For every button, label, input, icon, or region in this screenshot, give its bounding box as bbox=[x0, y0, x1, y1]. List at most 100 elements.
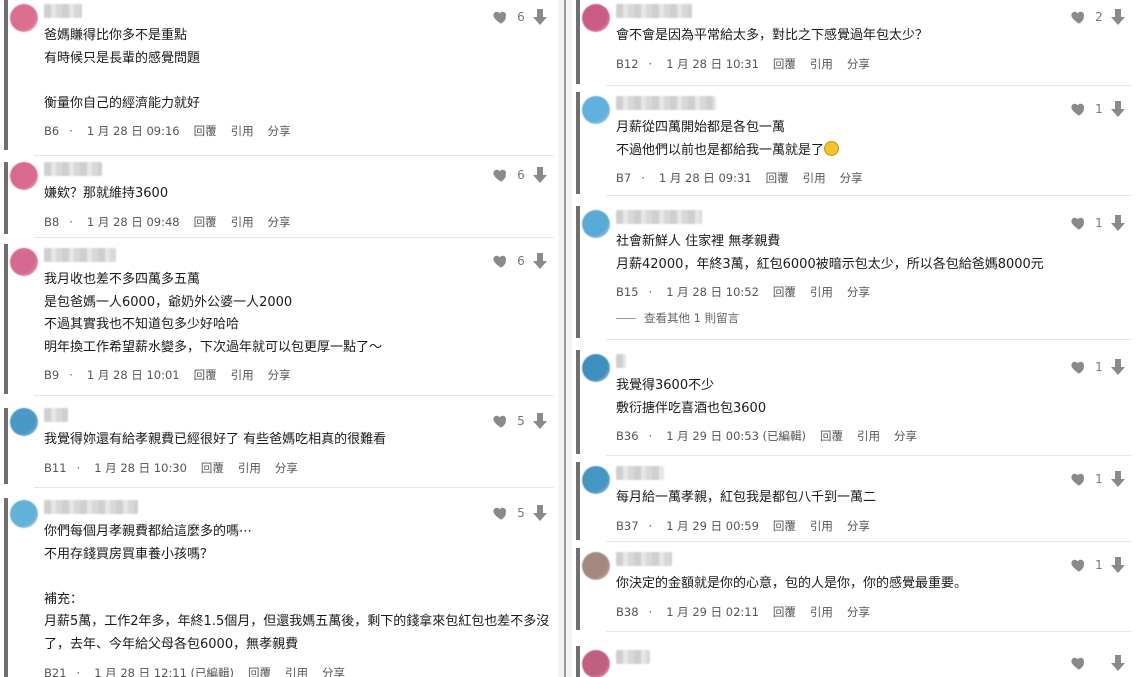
heart-icon[interactable] bbox=[1070, 470, 1088, 488]
down-arrow-icon[interactable] bbox=[532, 252, 548, 270]
quote-link[interactable]: 引用 bbox=[285, 666, 308, 677]
down-arrow-icon[interactable] bbox=[1110, 100, 1126, 118]
reply-link[interactable]: 回覆 bbox=[773, 605, 796, 619]
reply-link[interactable]: 回覆 bbox=[766, 171, 789, 185]
avatar[interactable] bbox=[582, 650, 610, 677]
vote-controls: 1 bbox=[1070, 100, 1126, 118]
heart-icon[interactable] bbox=[492, 8, 510, 26]
post-date: 1 月 29 日 00:59 bbox=[666, 518, 759, 533]
avatar[interactable] bbox=[582, 354, 610, 382]
comment-meta: B21 · 1 月 28 日 12:11 (已編輯) 回覆 引用 分享 bbox=[44, 665, 359, 677]
heart-icon[interactable] bbox=[1070, 214, 1088, 232]
share-link[interactable]: 分享 bbox=[322, 666, 345, 677]
quote-link[interactable]: 引用 bbox=[857, 429, 880, 443]
heart-icon[interactable] bbox=[492, 166, 510, 184]
share-link[interactable]: 分享 bbox=[268, 215, 291, 229]
username-redacted bbox=[616, 354, 626, 368]
username-redacted bbox=[616, 210, 702, 224]
comment-item: 1 社會新鮮人 住家裡 無孝親費 月薪42000，年終3萬，紅包6000被暗示包太少… bbox=[572, 206, 1136, 340]
reply-link[interactable]: 回覆 bbox=[773, 57, 796, 71]
quote-link[interactable]: 引用 bbox=[803, 171, 826, 185]
share-link[interactable]: 分享 bbox=[840, 171, 863, 185]
quote-link[interactable]: 引用 bbox=[810, 519, 833, 533]
down-arrow-icon[interactable] bbox=[1110, 470, 1126, 488]
reply-link[interactable]: 回覆 bbox=[194, 124, 217, 138]
floor-number: B11 bbox=[44, 460, 67, 475]
reply-link[interactable]: 回覆 bbox=[248, 666, 271, 677]
comment-line: 月薪從四萬開始都是各包一萬 bbox=[616, 117, 839, 140]
reply-link[interactable]: 回覆 bbox=[194, 215, 217, 229]
share-link[interactable]: 分享 bbox=[268, 124, 291, 138]
share-link[interactable]: 分享 bbox=[847, 57, 870, 71]
username-redacted bbox=[616, 650, 650, 664]
heart-icon[interactable] bbox=[1070, 556, 1088, 574]
username-redacted bbox=[44, 500, 138, 514]
reply-link[interactable]: 回覆 bbox=[194, 368, 217, 382]
comment-meta: B11 · 1 月 28 日 10:30 回覆 引用 分享 bbox=[44, 460, 312, 476]
share-link[interactable]: 分享 bbox=[894, 429, 917, 443]
avatar[interactable] bbox=[582, 96, 610, 124]
avatar[interactable] bbox=[582, 4, 610, 32]
avatar[interactable] bbox=[582, 210, 610, 238]
heart-icon[interactable] bbox=[1070, 654, 1088, 672]
comment-text: 我覺得妳還有給孝親費已經很好了 有些爸媽吃相真的很難看 bbox=[44, 432, 387, 447]
share-link[interactable]: 分享 bbox=[847, 605, 870, 619]
share-link[interactable]: 分享 bbox=[268, 368, 291, 382]
down-arrow-icon[interactable] bbox=[532, 8, 548, 26]
avatar[interactable] bbox=[582, 552, 610, 580]
reply-link[interactable]: 回覆 bbox=[820, 429, 843, 443]
share-link[interactable]: 分享 bbox=[847, 285, 870, 299]
down-arrow-icon[interactable] bbox=[1110, 8, 1126, 26]
floor-number: B7 bbox=[616, 171, 632, 186]
comment-meta: B12 · 1 月 28 日 10:31 回覆 引用 分享 bbox=[616, 56, 884, 72]
heart-icon[interactable] bbox=[1070, 100, 1088, 118]
avatar[interactable] bbox=[10, 408, 38, 436]
quote-link[interactable]: 引用 bbox=[810, 285, 833, 299]
down-arrow-icon[interactable] bbox=[532, 412, 548, 430]
quote-link[interactable]: 引用 bbox=[231, 215, 254, 229]
heart-icon[interactable] bbox=[492, 504, 510, 522]
comment-line bbox=[44, 566, 549, 589]
heart-icon[interactable] bbox=[1070, 358, 1088, 376]
heart-icon[interactable] bbox=[492, 252, 510, 270]
heart-icon[interactable] bbox=[1070, 8, 1088, 26]
comment-line: 嫌欸？那就維持3600 bbox=[44, 183, 168, 206]
avatar[interactable] bbox=[10, 4, 38, 32]
avatar[interactable] bbox=[10, 162, 38, 190]
heart-icon[interactable] bbox=[492, 412, 510, 430]
down-arrow-icon[interactable] bbox=[532, 166, 548, 184]
down-arrow-icon[interactable] bbox=[1110, 358, 1126, 376]
post-date: 1 月 28 日 12:11 (已編輯) bbox=[94, 665, 235, 677]
like-count: 1 bbox=[1095, 558, 1103, 572]
comment-meta: B7 · 1 月 28 日 09:31 回覆 引用 分享 bbox=[616, 170, 877, 186]
down-arrow-icon[interactable] bbox=[1110, 556, 1126, 574]
share-link[interactable]: 分享 bbox=[275, 461, 298, 475]
quote-link[interactable]: 引用 bbox=[810, 57, 833, 71]
down-arrow-icon[interactable] bbox=[532, 504, 548, 522]
comment-text: 爸媽賺得比你多不是重點 bbox=[44, 28, 188, 43]
comment-line: 月薪42000，年終3萬，紅包6000被暗示包太少，所以各包給爸媽8000元 bbox=[616, 254, 1044, 277]
share-link[interactable]: 分享 bbox=[847, 519, 870, 533]
down-arrow-icon[interactable] bbox=[1110, 654, 1126, 672]
down-arrow-icon[interactable] bbox=[1110, 214, 1126, 232]
sep-dot: · bbox=[648, 429, 653, 444]
floor-number: B6 bbox=[44, 124, 60, 139]
avatar[interactable] bbox=[10, 248, 38, 276]
quote-link[interactable]: 引用 bbox=[231, 124, 254, 138]
quote-link[interactable]: 引用 bbox=[810, 605, 833, 619]
comment-thread-rule bbox=[576, 92, 580, 194]
comment-text: 了，去年、今年給父母各包6000，無孝親費 bbox=[44, 636, 299, 652]
comment-separator bbox=[606, 339, 1132, 340]
comment-item: 2 會不會是因為平常給太多，對比之下感覺過年包太少？ B12 · 1 月 28 日 10… bbox=[572, 0, 1136, 86]
view-more-replies-link[interactable]: 查看其他 1 則留言 bbox=[616, 310, 739, 326]
comment-text: 是包爸媽一人6000，爺奶外公婆一人2000 bbox=[44, 294, 293, 310]
avatar[interactable] bbox=[582, 466, 610, 494]
quote-link[interactable]: 引用 bbox=[231, 368, 254, 382]
quote-link[interactable]: 引用 bbox=[238, 461, 261, 475]
reply-link[interactable]: 回覆 bbox=[773, 285, 796, 299]
reply-link[interactable]: 回覆 bbox=[201, 461, 224, 475]
comment-body: 爸媽賺得比你多不是重點 有時候只是長輩的感覺問題 衡量你自己的經濟能力就好 bbox=[44, 25, 200, 115]
sep-dot: · bbox=[641, 171, 645, 186]
reply-link[interactable]: 回覆 bbox=[773, 519, 796, 533]
avatar[interactable] bbox=[10, 500, 38, 528]
